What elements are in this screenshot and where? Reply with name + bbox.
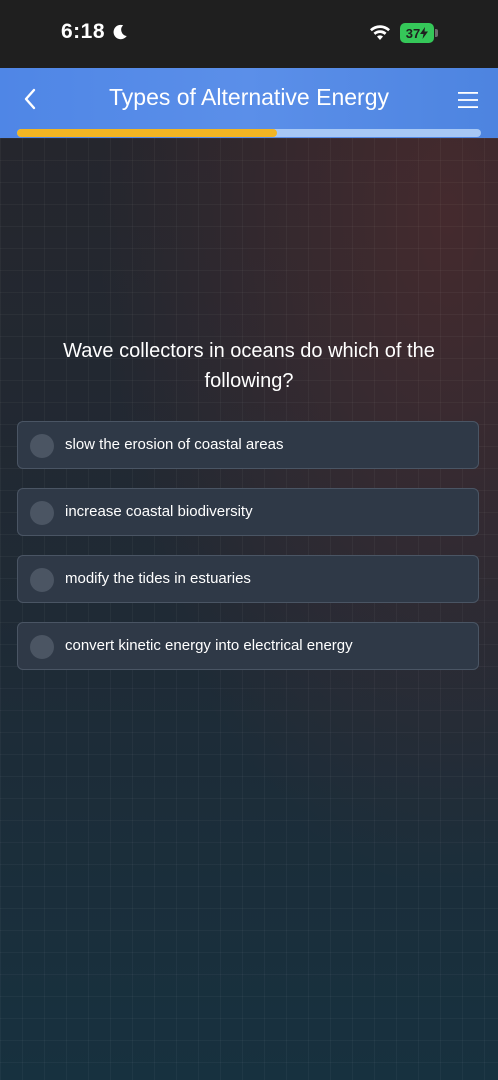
answer-option-label: slow the erosion of coastal areas — [65, 436, 284, 453]
radio-button[interactable] — [30, 635, 54, 659]
back-button[interactable] — [14, 82, 46, 116]
hamburger-menu-icon — [458, 92, 478, 108]
page-title: Types of Alternative Energy — [109, 84, 389, 110]
radio-button[interactable] — [30, 501, 54, 525]
moon-icon — [113, 24, 127, 40]
answer-option-label: modify the tides in estuaries — [65, 570, 251, 587]
charging-bolt-icon — [420, 27, 429, 39]
menu-button[interactable] — [452, 84, 484, 116]
answer-option-2[interactable]: increase coastal biodiversity — [17, 488, 479, 536]
status-time-group: 6:18 — [61, 20, 129, 44]
answer-option-1[interactable]: slow the erosion of coastal areas — [17, 421, 479, 469]
status-time: 6:18 — [61, 20, 106, 43]
top-bar: Types of Alternative Energy — [0, 68, 498, 138]
quiz-area: Wave collectors in oceans do which of th… — [0, 138, 498, 1080]
status-bar: 6:18 37 — [0, 0, 498, 68]
answer-option-4[interactable]: convert kinetic energy into electrical e… — [17, 622, 479, 670]
battery-level: 37 — [405, 25, 421, 41]
radio-button[interactable] — [30, 568, 54, 592]
radio-button[interactable] — [30, 434, 54, 458]
answer-option-3[interactable]: modify the tides in estuaries — [17, 555, 479, 603]
wifi-icon — [370, 25, 390, 40]
chevron-left-icon — [24, 88, 36, 110]
answer-option-label: convert kinetic energy into electrical e… — [65, 637, 353, 654]
battery-cap — [435, 29, 438, 37]
battery-indicator: 37 — [400, 23, 434, 43]
answer-option-label: increase coastal biodiversity — [65, 503, 253, 520]
grid-background — [0, 138, 498, 1080]
quiz-progress-bar — [17, 129, 481, 137]
quiz-progress-fill — [17, 129, 277, 137]
question-text: Wave collectors in oceans do which of th… — [63, 340, 435, 392]
